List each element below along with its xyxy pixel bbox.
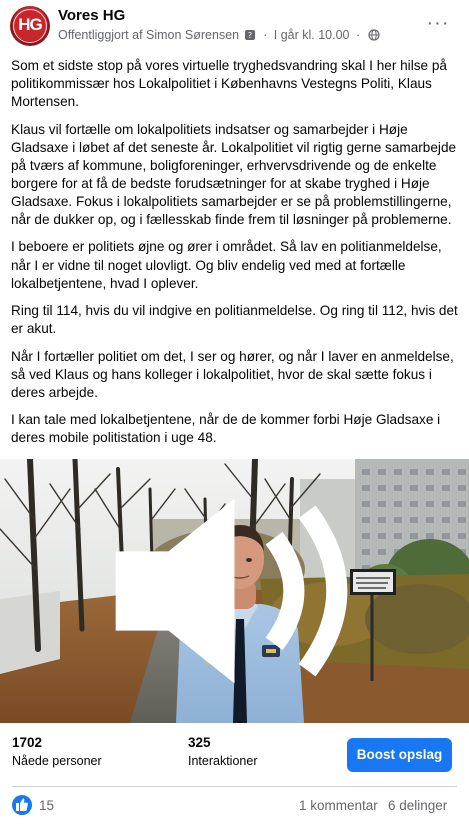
- reach-value[interactable]: 1702: [12, 735, 42, 750]
- audio-icon[interactable]: [0, 459, 469, 723]
- globe-icon: [368, 29, 380, 41]
- post-paragraph: Klaus vil fortælle om lokalpolitiets ind…: [11, 121, 457, 228]
- meta-separator: ·: [263, 28, 268, 42]
- like-reaction-icon[interactable]: [12, 795, 32, 815]
- post-paragraph: I kan tale med lokalbetjentene, når de d…: [11, 412, 441, 446]
- more-options-button[interactable]: ···: [420, 8, 456, 44]
- interactions-label: Interaktioner: [188, 754, 258, 768]
- published-by-icon: ?: [244, 30, 255, 40]
- post-video[interactable]: [0, 459, 469, 723]
- post-paragraph: Når I fortæller politiet om det, I ser o…: [11, 348, 454, 400]
- avatar-logo-text: HG: [18, 15, 43, 34]
- boost-post-button[interactable]: Boost opslag: [347, 738, 452, 772]
- post-paragraph: Ring til 114, hvis du vil indgive en pol…: [11, 303, 458, 337]
- divider: [12, 786, 457, 787]
- post-paragraph: Som et sidste stop på vores virtuelle tr…: [11, 58, 447, 110]
- published-by-text: Offentliggjort af Simon Sørensen: [58, 28, 240, 42]
- page-name-link[interactable]: Vores HG: [58, 7, 125, 24]
- page-avatar[interactable]: HG: [10, 6, 50, 46]
- post-meta: Offentliggjort af Simon Sørensen ? · I g…: [58, 28, 381, 42]
- svg-text:?: ?: [247, 31, 251, 40]
- interactions-value[interactable]: 325: [188, 735, 211, 750]
- thumbs-up-icon: [16, 798, 28, 811]
- meta-separator-2: ·: [355, 28, 361, 42]
- post-time[interactable]: I går kl. 10.00: [274, 28, 350, 42]
- comment-count[interactable]: 1 kommentar: [299, 798, 378, 813]
- post-header: HG Vores HG Offentliggjort af Simon Søre…: [0, 0, 469, 50]
- more-options-icon: ···: [426, 12, 450, 34]
- reaction-count[interactable]: 15: [39, 798, 54, 813]
- post-message: Som et sidste stop på vores virtuelle tr…: [11, 57, 461, 457]
- share-count[interactable]: 6 delinger: [388, 798, 447, 813]
- post-paragraph: I beboere er politiets øjne og ører i om…: [11, 239, 442, 291]
- reach-label: Nåede personer: [12, 754, 102, 768]
- facebook-post-card: HG Vores HG Offentliggjort af Simon Søre…: [0, 0, 469, 833]
